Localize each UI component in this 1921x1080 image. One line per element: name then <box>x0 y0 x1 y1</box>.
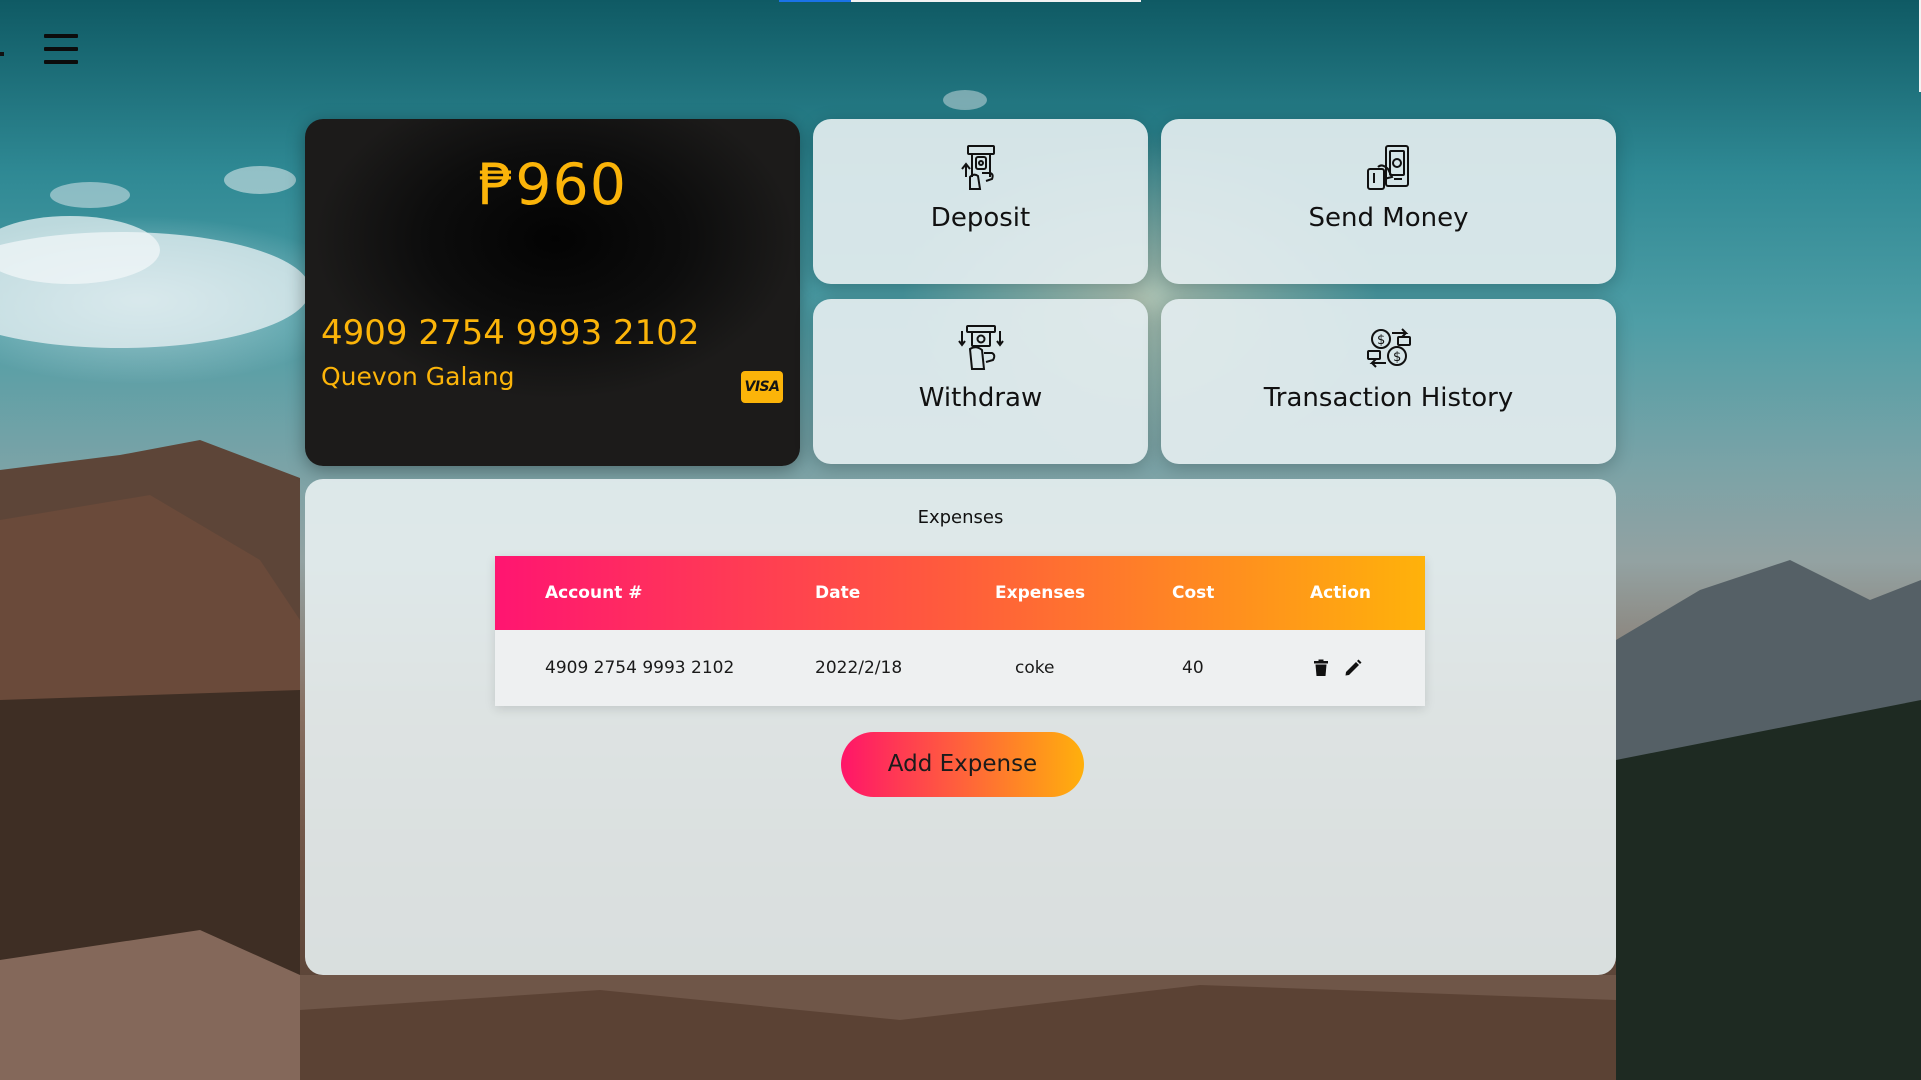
withdraw-button[interactable]: Withdraw <box>813 299 1148 464</box>
trash-icon[interactable] <box>1312 659 1330 677</box>
hamburger-menu-icon[interactable] <box>44 32 78 66</box>
cell-cost: 40 <box>1182 658 1204 678</box>
deposit-icon <box>960 145 995 190</box>
transaction-history-button[interactable]: $ $ Transaction History <box>1161 299 1616 464</box>
column-header-account: Account # <box>545 583 643 603</box>
edge-marker <box>0 52 4 56</box>
svg-text:$: $ <box>1377 333 1385 348</box>
send-money-button[interactable]: Send Money <box>1161 119 1616 284</box>
deposit-button[interactable]: Deposit <box>813 119 1148 284</box>
balance-amount: ₱960 <box>477 152 628 218</box>
expenses-panel: Expenses Account # Date Expenses Cost Ac… <box>305 479 1616 975</box>
cell-account: 4909 2754 9993 2102 <box>545 658 735 678</box>
card-number: 4909 2754 9993 2102 <box>321 313 700 353</box>
card-holder-name: Quevon Galang <box>321 362 515 391</box>
column-header-expenses: Expenses <box>995 583 1086 603</box>
pencil-icon[interactable] <box>1344 659 1362 677</box>
table-row: 4909 2754 9993 2102 2022/2/18 coke 40 <box>495 630 1425 706</box>
column-header-cost: Cost <box>1172 583 1215 603</box>
deposit-label: Deposit <box>930 203 1031 233</box>
cell-date: 2022/2/18 <box>815 658 903 678</box>
withdraw-label: Withdraw <box>918 383 1043 413</box>
send-money-icon <box>1366 145 1409 190</box>
add-expense-button[interactable]: Add Expense <box>841 732 1084 797</box>
send-money-label: Send Money <box>1308 203 1469 233</box>
expenses-title: Expenses <box>917 507 1004 528</box>
visa-logo-icon: VISA <box>741 371 783 403</box>
table-header: Account # Date Expenses Cost Action <box>495 556 1425 630</box>
transaction-history-icon: $ $ <box>1366 328 1411 368</box>
column-header-action: Action <box>1310 583 1371 603</box>
expenses-table: Account # Date Expenses Cost Action 4909… <box>495 556 1425 706</box>
transaction-history-label: Transaction History <box>1263 383 1514 413</box>
cell-expense: coke <box>1015 658 1055 678</box>
balance-card: ₱960 4909 2754 9993 2102 Quevon Galang V… <box>305 119 800 466</box>
column-header-date: Date <box>815 583 861 603</box>
progress-indicator-blue <box>779 0 851 2</box>
svg-text:$: $ <box>1393 350 1401 365</box>
withdraw-icon <box>957 325 1004 370</box>
progress-indicator-track <box>851 0 1141 2</box>
